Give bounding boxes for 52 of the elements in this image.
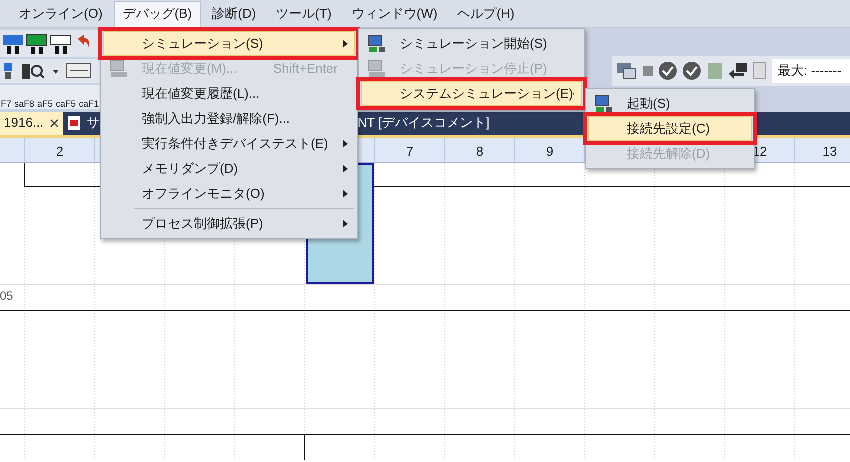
menu-item[interactable]: デバッグ(B) [114, 0, 202, 26]
submenu-arrow-icon [343, 220, 348, 228]
connector-icon[interactable] [50, 32, 72, 54]
monitor-icon [368, 34, 386, 52]
check-icon[interactable] [658, 61, 678, 81]
column-header: 7 [405, 143, 415, 161]
function-key-label[interactable]: F7 [1, 99, 12, 109]
monitor-icon [110, 60, 128, 78]
grid-icon[interactable] [66, 62, 92, 80]
column-header: 2 [55, 143, 65, 161]
column-header: 8 [475, 143, 485, 161]
submenu-arrow-icon [343, 190, 348, 198]
function-key-label[interactable]: saF8 [14, 99, 35, 109]
device-icon[interactable] [2, 32, 24, 54]
close-icon[interactable] [50, 118, 59, 128]
menu-item[interactable]: ウィンドウ(W) [342, 0, 447, 26]
menu-entry[interactable]: 実行条件付きデバイステスト(E) [103, 131, 355, 156]
menu-entry[interactable]: 現在値変更履歴(L)... [103, 81, 355, 106]
column-header: 13 [822, 143, 838, 161]
menu-entry[interactable]: 強制入出力登録/解除(F)... [103, 106, 355, 131]
check-icon[interactable] [682, 61, 702, 81]
submenu-arrow-icon [343, 164, 348, 172]
submenu-arrow-icon [343, 40, 348, 48]
document-tab[interactable]: NT [デバイスコメント] [354, 111, 494, 135]
function-key-label[interactable]: caF5 [56, 99, 76, 109]
submenu-arrow-icon [343, 140, 348, 148]
menu-item[interactable]: ヘルプ(H) [448, 0, 524, 26]
menu-item[interactable]: 診断(D) [203, 0, 266, 26]
monitor-icon[interactable] [616, 61, 638, 81]
stop-icon[interactable] [642, 65, 654, 77]
menu-entry[interactable]: 起動(S) [588, 91, 752, 116]
function-key-label[interactable]: aF5 [38, 99, 54, 109]
menu-entry[interactable]: オフラインモニタ(O) [103, 181, 355, 211]
monitor-icon [595, 94, 613, 112]
document-icon [66, 115, 81, 131]
column-header: 9 [545, 143, 555, 161]
row-number: 05 [0, 288, 14, 305]
menu-entry[interactable]: シミュレーション開始(S) [361, 31, 582, 56]
function-key-label[interactable]: caF1 [79, 99, 100, 109]
search-icon[interactable] [20, 61, 46, 81]
transfer-icon[interactable] [728, 62, 748, 80]
menu-entry[interactable]: プロセス制御拡張(P) [103, 211, 355, 236]
monitor-icon [368, 60, 386, 78]
menu-item[interactable]: オンライン(O) [10, 0, 112, 26]
document-tab[interactable]: 1916... [0, 111, 63, 135]
dropdown-icon[interactable] [52, 67, 60, 75]
tool-icon[interactable] [2, 61, 14, 81]
max-field[interactable]: 最大: ------- [772, 59, 850, 83]
menu-item[interactable]: ツール(T) [267, 0, 341, 26]
document-tab[interactable]: サ [62, 111, 104, 135]
terminal-icon[interactable] [26, 32, 48, 54]
menu-entry[interactable]: メモリダンプ(D) [103, 156, 355, 181]
